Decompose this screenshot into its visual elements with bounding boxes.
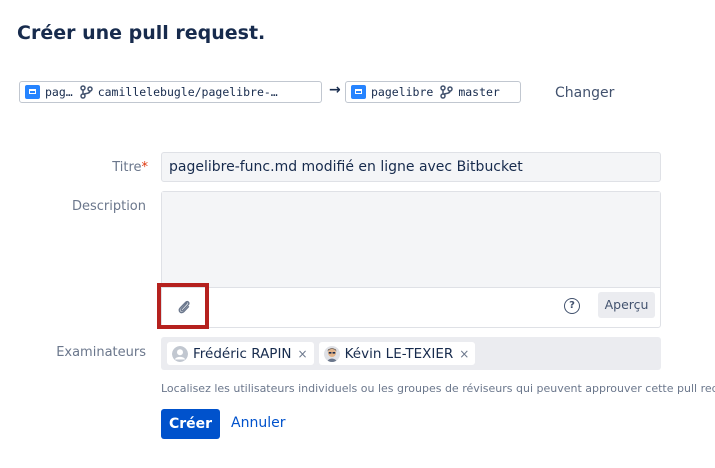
required-marker: * [141,160,149,175]
destination-repo: pagelibre [371,85,434,99]
reviewer-chip: Kévin LE-TEXIER × [318,342,476,365]
repository-icon [351,85,366,99]
source-branch: camillelebugle/pagelibre-… [97,85,278,99]
avatar [323,345,340,362]
avatar [172,345,188,362]
help-icon[interactable]: ? [564,298,580,314]
destination-ref-selector[interactable]: pagelibre master [345,81,521,103]
title-input[interactable]: pagelibre-func.md modifié en ligne avec … [161,152,661,182]
description-editor [161,191,661,328]
branch-icon [440,85,454,99]
attachment-highlight-box [157,283,209,329]
change-refs-link[interactable]: Changer [555,85,614,101]
title-label: Titre* [60,160,148,175]
source-ref-selector[interactable]: pag… camillelebugle/pagelibre-… [19,81,322,103]
repository-icon [25,85,40,99]
source-repo: pag… [45,85,73,99]
preview-button[interactable]: Aperçu [598,292,655,318]
remove-reviewer-icon[interactable]: × [459,347,469,361]
arrow-right-icon: → [329,82,341,98]
page-title: Créer une pull request. [17,22,266,44]
cancel-link[interactable]: Annuler [231,415,285,431]
description-textarea[interactable] [162,192,660,288]
reviewers-hint: Localisez les utilisateurs individuels o… [161,382,715,395]
reviewer-chip: Frédéric RAPIN × [167,342,314,365]
reviewer-name: Frédéric RAPIN [193,345,292,362]
create-button[interactable]: Créer [161,409,220,439]
reviewers-input[interactable]: Frédéric RAPIN × Kévin LE-TEXIER × [161,337,661,370]
destination-branch: master [458,85,500,99]
description-label: Description [71,199,146,214]
reviewers-label: Examinateurs [56,345,146,360]
reviewer-name: Kévin LE-TEXIER [344,345,454,362]
branch-icon [79,85,93,99]
remove-reviewer-icon[interactable]: × [298,347,308,361]
title-label-text: Titre [112,160,142,175]
